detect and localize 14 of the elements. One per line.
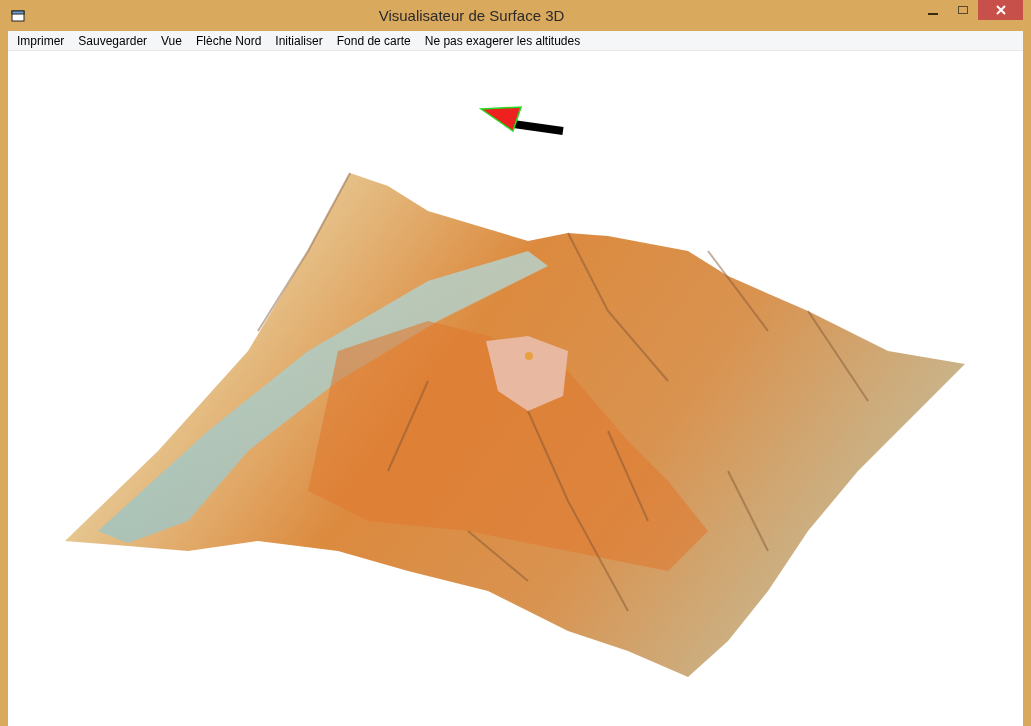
menu-item[interactable]: Initialiser [268, 31, 330, 50]
close-button[interactable] [978, 0, 1023, 20]
window-title: Visualisateur de Surface 3D [377, 7, 566, 24]
north-arrow-icon [478, 106, 564, 135]
menu-item[interactable]: Vue [154, 31, 189, 50]
window-icon [11, 9, 25, 22]
maximize-icon [957, 5, 969, 15]
close-icon [994, 5, 1007, 15]
menu-item[interactable]: Sauvegarder [71, 31, 155, 50]
menu-item[interactable]: Imprimer [10, 31, 72, 50]
menu-item[interactable]: Flèche Nord [188, 31, 269, 50]
menu-item[interactable]: Ne pas exagerer les altitudes [417, 31, 588, 50]
minimize-icon [928, 13, 938, 15]
menu-item[interactable]: Fond de carte [329, 31, 418, 50]
